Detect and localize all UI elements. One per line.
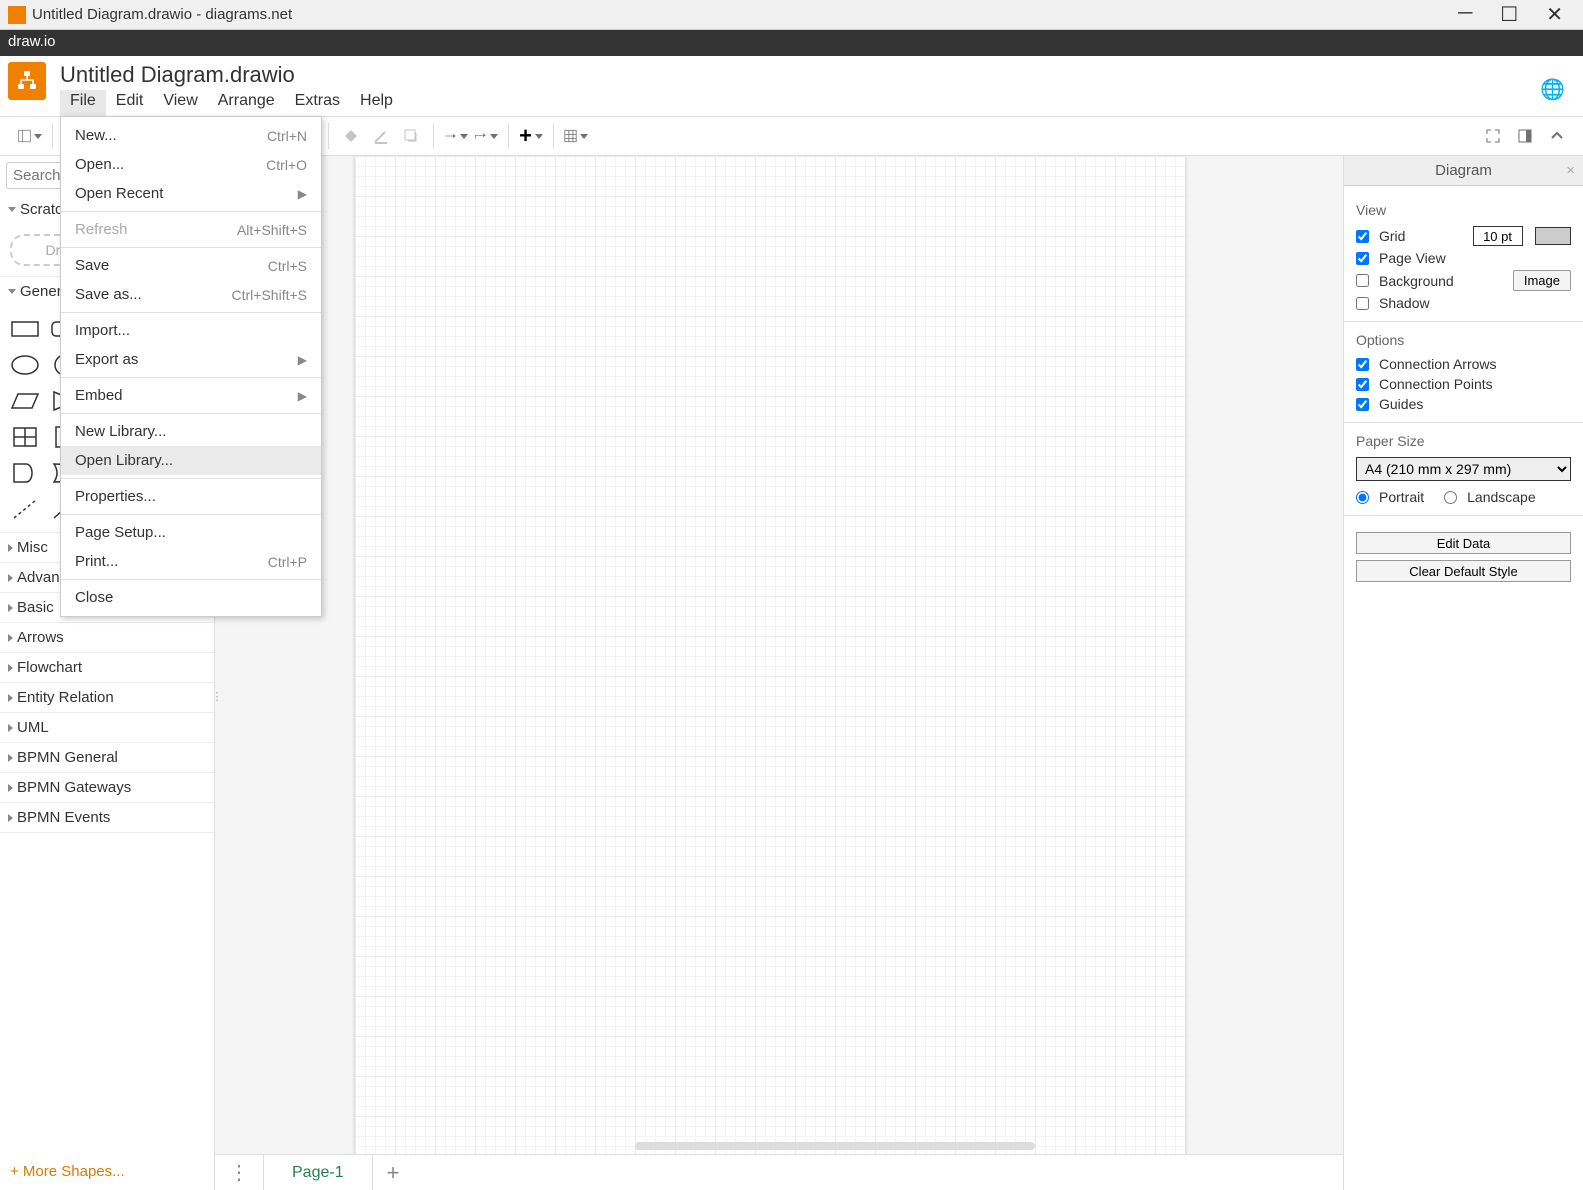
guides-label: Guides — [1379, 396, 1423, 412]
fullscreen-button[interactable] — [1481, 124, 1505, 148]
add-page-button[interactable]: + — [373, 1160, 414, 1186]
menu-help[interactable]: Help — [350, 90, 403, 116]
file-menu-export-as[interactable]: Export as▶ — [61, 345, 321, 374]
format-tab-diagram[interactable]: Diagram × — [1344, 156, 1583, 186]
shadow-checkbox[interactable] — [1356, 297, 1369, 310]
options-section-title: Options — [1356, 332, 1571, 348]
app-logo — [8, 62, 46, 100]
file-menu-dropdown: New...Ctrl+NOpen...Ctrl+OOpen Recent▶ Ref… — [60, 116, 322, 617]
grid-color-swatch[interactable] — [1535, 227, 1571, 245]
landscape-radio[interactable] — [1444, 491, 1457, 504]
insert-button[interactable]: + — [519, 124, 543, 148]
page-tabs-menu[interactable]: ⋮ — [215, 1155, 264, 1190]
waypoint-button[interactable] — [474, 124, 498, 148]
file-menu-page-setup[interactable]: Page Setup... — [61, 518, 321, 547]
header: Untitled Diagram.drawio File Edit View A… — [0, 56, 1583, 116]
edit-data-button[interactable]: Edit Data — [1356, 532, 1571, 554]
format-panel-button[interactable] — [1513, 124, 1537, 148]
shape-grid[interactable] — [8, 422, 42, 452]
table-button[interactable] — [564, 124, 588, 148]
category-arrows[interactable]: Arrows — [0, 623, 214, 652]
collapse-button[interactable] — [1545, 124, 1569, 148]
landscape-label: Landscape — [1467, 489, 1536, 505]
grid-label: Grid — [1379, 228, 1467, 244]
connection-button[interactable] — [444, 124, 468, 148]
shadow-button[interactable] — [399, 124, 423, 148]
format-close-icon[interactable]: × — [1566, 162, 1575, 179]
file-menu-open-recent[interactable]: Open Recent▶ — [61, 179, 321, 208]
canvas-scroll[interactable] — [215, 156, 1343, 1154]
file-menu-save-as[interactable]: Save as...Ctrl+Shift+S — [61, 280, 321, 309]
conn-arrows-label: Connection Arrows — [1379, 356, 1497, 372]
file-menu-import[interactable]: Import... — [61, 316, 321, 345]
file-menu-open-library[interactable]: Open Library... — [61, 446, 321, 475]
file-menu-print[interactable]: Print...Ctrl+P — [61, 547, 321, 576]
close-window-button[interactable]: ✕ — [1546, 2, 1563, 27]
canvas-area: ⋮ Page-1 + — [215, 156, 1343, 1190]
papersize-select[interactable]: A4 (210 mm x 297 mm) — [1356, 457, 1571, 481]
shape-rect[interactable] — [8, 314, 42, 344]
language-icon[interactable]: 🌐 — [1540, 77, 1565, 102]
pageview-checkbox[interactable] — [1356, 252, 1369, 265]
diagram-page[interactable] — [355, 156, 1185, 1154]
file-menu-new-library[interactable]: New Library... — [61, 417, 321, 446]
category-bpmn-general[interactable]: BPMN General — [0, 743, 214, 772]
category-entity-relation[interactable]: Entity Relation — [0, 683, 214, 712]
conn-points-checkbox[interactable] — [1356, 378, 1369, 391]
portrait-radio[interactable] — [1356, 491, 1369, 504]
page-tab-1[interactable]: Page-1 — [264, 1155, 373, 1190]
file-menu-properties[interactable]: Properties... — [61, 482, 321, 511]
grid-checkbox[interactable] — [1356, 230, 1369, 243]
category-flowchart[interactable]: Flowchart — [0, 653, 214, 682]
app-subbar: draw.io — [0, 30, 1583, 56]
menu-extras[interactable]: Extras — [285, 90, 350, 116]
file-menu-refresh: RefreshAlt+Shift+S — [61, 215, 321, 244]
format-tab-label: Diagram — [1435, 162, 1492, 179]
background-label: Background — [1379, 273, 1507, 289]
window-titlebar: Untitled Diagram.drawio - diagrams.net ─… — [0, 0, 1583, 30]
menu-view[interactable]: View — [153, 90, 207, 116]
conn-arrows-checkbox[interactable] — [1356, 358, 1369, 371]
format-panel: Diagram × View Grid Page View Background… — [1343, 156, 1583, 1190]
conn-points-label: Connection Points — [1379, 376, 1493, 392]
file-menu-close[interactable]: Close — [61, 583, 321, 612]
maximize-button[interactable]: ☐ — [1500, 2, 1518, 27]
papersize-title: Paper Size — [1356, 433, 1571, 449]
portrait-label: Portrait — [1379, 489, 1424, 505]
minimize-button[interactable]: ─ — [1458, 2, 1472, 27]
file-menu-open[interactable]: Open...Ctrl+O — [61, 150, 321, 179]
more-shapes-button[interactable]: + More Shapes... — [0, 1153, 214, 1190]
category-bpmn-gateways[interactable]: BPMN Gateways — [0, 773, 214, 802]
background-image-button[interactable]: Image — [1513, 270, 1571, 291]
shape-dashed-line[interactable] — [8, 494, 42, 524]
page-tabs: ⋮ Page-1 + — [215, 1154, 1343, 1190]
clear-style-button[interactable]: Clear Default Style — [1356, 560, 1571, 582]
file-menu-new[interactable]: New...Ctrl+N — [61, 121, 321, 150]
file-menu-save[interactable]: SaveCtrl+S — [61, 251, 321, 280]
fill-color-button[interactable] — [339, 124, 363, 148]
shape-ellipse[interactable] — [8, 350, 42, 380]
document-title[interactable]: Untitled Diagram.drawio — [60, 62, 1540, 88]
shape-and[interactable] — [8, 458, 42, 488]
file-menu-embed[interactable]: Embed▶ — [61, 381, 321, 410]
menubar: File Edit View Arrange Extras Help — [60, 90, 1540, 116]
grid-size-input[interactable] — [1473, 226, 1523, 246]
guides-checkbox[interactable] — [1356, 398, 1369, 411]
app-icon-small — [8, 6, 26, 24]
background-checkbox[interactable] — [1356, 274, 1369, 287]
shadow-label: Shadow — [1379, 295, 1430, 311]
menu-edit[interactable]: Edit — [106, 90, 154, 116]
view-section-title: View — [1356, 202, 1571, 218]
pageview-label: Page View — [1379, 250, 1446, 266]
category-bpmn-events[interactable]: BPMN Events — [0, 803, 214, 832]
menu-file[interactable]: File — [60, 90, 106, 116]
horizontal-scrollbar[interactable] — [635, 1142, 1035, 1150]
splitter-handle[interactable]: ⋮ — [213, 676, 221, 716]
menu-arrange[interactable]: Arrange — [208, 90, 285, 116]
shape-parallelogram[interactable] — [8, 386, 42, 416]
window-title: Untitled Diagram.drawio - diagrams.net — [32, 6, 1458, 23]
line-color-button[interactable] — [369, 124, 393, 148]
view-mode-button[interactable] — [18, 124, 42, 148]
category-uml[interactable]: UML — [0, 713, 214, 742]
